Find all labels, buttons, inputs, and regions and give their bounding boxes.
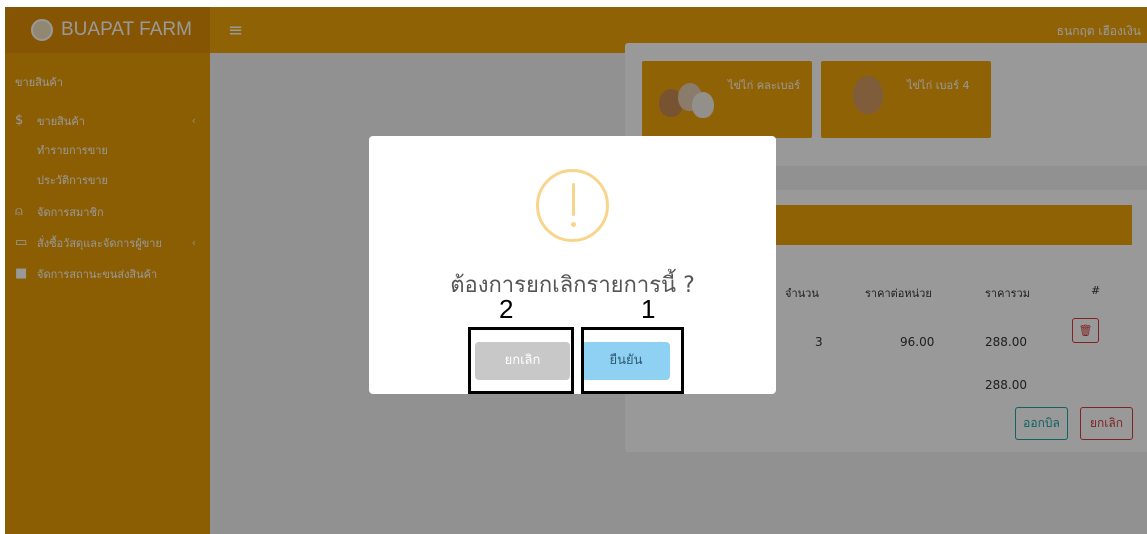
annotation-box-1: [581, 327, 684, 394]
warning-icon: [536, 169, 609, 242]
annotation-label-1: 1: [641, 294, 656, 324]
app-frame: BUAPAT FARM ขายสินค้า $ ขายสินค้า ‹ ทำรา…: [5, 7, 1147, 534]
dialog-title: ต้องการยกเลิกรายการนี้ ?: [450, 273, 695, 298]
annotation-box-2: [468, 327, 574, 394]
annotation-label-2: 2: [499, 294, 514, 324]
